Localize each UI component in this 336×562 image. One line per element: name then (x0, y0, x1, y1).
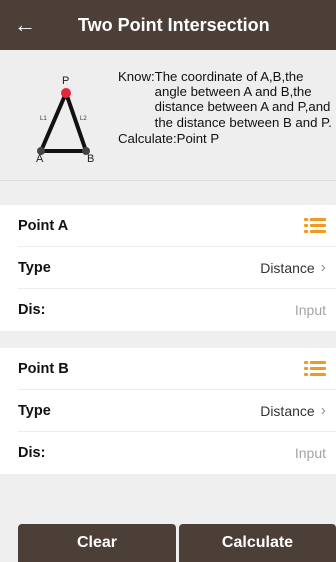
point-b-list-icon[interactable] (304, 361, 326, 377)
point-b-dis-input[interactable]: Input (295, 445, 326, 461)
diagram-label-a: A (36, 153, 44, 162)
calculate-button[interactable]: Calculate (179, 524, 336, 562)
back-button[interactable]: ← (0, 0, 50, 50)
chevron-right-icon: › (320, 402, 326, 419)
diagram-label-l2: L2 (80, 116, 87, 122)
point-a-type-row[interactable]: Type Distance › (0, 247, 336, 289)
point-a-label: Point A (18, 218, 69, 234)
info-panel: P A B L1 L2 Know: The coordinate of A,B,… (0, 50, 336, 180)
triangle-diagram: P A B L1 L2 (36, 75, 94, 162)
point-b-header: Point B (0, 348, 336, 390)
app-bar: ← Two Point Intersection (0, 0, 336, 50)
know-label: Know: (118, 69, 155, 84)
clear-button[interactable]: Clear (18, 524, 176, 562)
point-b-type-value: Distance (260, 403, 315, 419)
arrow-left-icon: ← (14, 12, 36, 37)
point-b-dis-row: Dis: Input (0, 432, 336, 474)
point-a-dis-input[interactable]: Input (295, 302, 326, 318)
point-a-dis-row: Dis: Input (0, 289, 336, 331)
point-a-type-label: Type (18, 260, 51, 276)
point-b-dis-label: Dis: (18, 445, 46, 461)
point-b-type-label: Type (18, 403, 51, 419)
know-text: The coordinate of A,B,the angle between … (154, 69, 332, 130)
point-b-label: Point B (18, 361, 69, 377)
diagram-label-b: B (87, 153, 94, 162)
calculate-line: Calculate:Point P (118, 130, 220, 146)
info-description: Know: The coordinate of A,B,the angle be… (118, 69, 336, 146)
point-a-dis-label: Dis: (18, 302, 46, 318)
diagram-label-l1: L1 (40, 116, 47, 122)
page-title: Two Point Intersection (78, 14, 270, 35)
point-p-marker (61, 88, 71, 98)
chevron-right-icon: › (320, 259, 326, 276)
point-a-type-value: Distance (260, 260, 315, 276)
divider (0, 180, 336, 181)
point-a-list-icon[interactable] (304, 218, 326, 234)
point-b-type-row[interactable]: Type Distance › (0, 390, 336, 432)
point-a-header: Point A (0, 205, 336, 247)
triangle-shape (39, 91, 88, 153)
diagram-label-p: P (62, 75, 69, 87)
